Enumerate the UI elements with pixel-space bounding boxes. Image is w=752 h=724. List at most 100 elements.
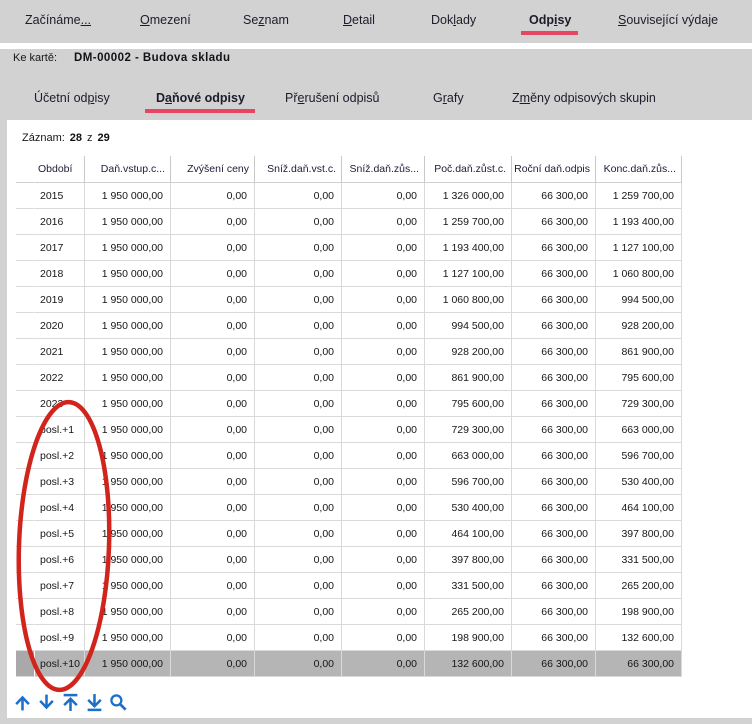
table-cell[interactable]: 994 500,00: [425, 313, 512, 339]
column-header[interactable]: Roční daň.odpis: [512, 156, 596, 183]
table-cell[interactable]: 729 300,00: [596, 391, 682, 417]
table-cell[interactable]: 0,00: [342, 417, 425, 443]
table-cell[interactable]: 1 950 000,00: [85, 417, 171, 443]
table-cell[interactable]: 66 300,00: [512, 443, 596, 469]
table-cell[interactable]: 66 300,00: [596, 651, 682, 677]
row-selector[interactable]: [16, 521, 35, 547]
column-header[interactable]: Daň.vstup.c...: [85, 156, 171, 183]
table-cell[interactable]: posl.+6: [35, 547, 85, 573]
table-cell[interactable]: 530 400,00: [425, 495, 512, 521]
table-cell[interactable]: 861 900,00: [425, 365, 512, 391]
table-row[interactable]: posl.+41 950 000,000,000,000,00530 400,0…: [16, 495, 682, 521]
table-cell[interactable]: 1 193 400,00: [425, 235, 512, 261]
table-cell[interactable]: posl.+10: [35, 651, 85, 677]
table-cell[interactable]: 0,00: [171, 365, 255, 391]
table-cell[interactable]: 0,00: [342, 599, 425, 625]
table-cell[interactable]: 0,00: [342, 547, 425, 573]
row-selector[interactable]: [16, 287, 35, 313]
row-selector[interactable]: [16, 365, 35, 391]
row-selector[interactable]: [16, 573, 35, 599]
table-cell[interactable]: 663 000,00: [596, 417, 682, 443]
row-selector[interactable]: [16, 261, 35, 287]
column-header[interactable]: Období: [35, 156, 85, 183]
table-cell[interactable]: 1 950 000,00: [85, 339, 171, 365]
column-header[interactable]: Sníž.daň.vst.c.: [255, 156, 342, 183]
table-cell[interactable]: 1 060 800,00: [596, 261, 682, 287]
table-cell[interactable]: 66 300,00: [512, 365, 596, 391]
table-cell[interactable]: 0,00: [171, 521, 255, 547]
table-cell[interactable]: 66 300,00: [512, 261, 596, 287]
row-selector[interactable]: [16, 339, 35, 365]
table-cell[interactable]: 66 300,00: [512, 495, 596, 521]
table-cell[interactable]: 66 300,00: [512, 469, 596, 495]
table-cell[interactable]: 66 300,00: [512, 235, 596, 261]
tab-doklady[interactable]: Doklady: [431, 13, 476, 28]
table-cell[interactable]: 0,00: [255, 209, 342, 235]
table-cell[interactable]: 265 200,00: [596, 573, 682, 599]
table-cell[interactable]: 596 700,00: [596, 443, 682, 469]
row-selector[interactable]: [16, 495, 35, 521]
row-selector[interactable]: [16, 235, 35, 261]
table-cell[interactable]: 1 193 400,00: [596, 209, 682, 235]
table-cell[interactable]: 0,00: [255, 495, 342, 521]
table-cell[interactable]: 331 500,00: [425, 573, 512, 599]
table-cell[interactable]: 0,00: [342, 573, 425, 599]
table-cell[interactable]: 2015: [35, 183, 85, 209]
table-cell[interactable]: 1 259 700,00: [596, 183, 682, 209]
table-cell[interactable]: 2018: [35, 261, 85, 287]
table-cell[interactable]: 795 600,00: [596, 365, 682, 391]
table-cell[interactable]: 1 950 000,00: [85, 209, 171, 235]
table-cell[interactable]: 0,00: [342, 235, 425, 261]
table-cell[interactable]: 0,00: [171, 573, 255, 599]
row-selector[interactable]: [16, 417, 35, 443]
table-cell[interactable]: 1 127 100,00: [425, 261, 512, 287]
tab-souvisejici-vydaje[interactable]: Související výdaje: [618, 13, 718, 28]
table-cell[interactable]: 66 300,00: [512, 339, 596, 365]
tab-seznam[interactable]: Seznam: [243, 13, 289, 28]
table-row[interactable]: posl.+61 950 000,000,000,000,00397 800,0…: [16, 547, 682, 573]
table-cell[interactable]: 596 700,00: [425, 469, 512, 495]
subtab-ucetni-odpisy[interactable]: Účetní odpisy: [34, 91, 110, 106]
table-cell[interactable]: 265 200,00: [425, 599, 512, 625]
table-row[interactable]: 20151 950 000,000,000,000,001 326 000,00…: [16, 183, 682, 209]
table-cell[interactable]: 0,00: [342, 443, 425, 469]
table-cell[interactable]: 0,00: [171, 547, 255, 573]
table-cell[interactable]: 2017: [35, 235, 85, 261]
table-cell[interactable]: 0,00: [171, 651, 255, 677]
table-cell[interactable]: 66 300,00: [512, 209, 596, 235]
table-cell[interactable]: 1 326 000,00: [425, 183, 512, 209]
table-cell[interactable]: 1 127 100,00: [596, 235, 682, 261]
subtab-preruseni-odpisu[interactable]: Přerušení odpisů: [285, 91, 380, 106]
table-row[interactable]: posl.+81 950 000,000,000,000,00265 200,0…: [16, 599, 682, 625]
table-cell[interactable]: 66 300,00: [512, 417, 596, 443]
table-cell[interactable]: 0,00: [171, 209, 255, 235]
table-cell[interactable]: 1 950 000,00: [85, 287, 171, 313]
row-selector[interactable]: [16, 209, 35, 235]
table-cell[interactable]: 530 400,00: [596, 469, 682, 495]
table-cell[interactable]: 397 800,00: [425, 547, 512, 573]
table-cell[interactable]: 0,00: [171, 599, 255, 625]
table-cell[interactable]: posl.+4: [35, 495, 85, 521]
table-cell[interactable]: 0,00: [342, 625, 425, 651]
table-cell[interactable]: 795 600,00: [425, 391, 512, 417]
table-cell[interactable]: 0,00: [255, 443, 342, 469]
table-cell[interactable]: 66 300,00: [512, 287, 596, 313]
subtab-grafy[interactable]: Grafy: [433, 91, 464, 106]
table-row-selected[interactable]: posl.+101 950 000,000,000,000,00132 600,…: [16, 651, 682, 677]
table-cell[interactable]: 0,00: [255, 547, 342, 573]
table-row[interactable]: 20161 950 000,000,000,000,001 259 700,00…: [16, 209, 682, 235]
table-cell[interactable]: 0,00: [342, 469, 425, 495]
table-row[interactable]: 20191 950 000,000,000,000,001 060 800,00…: [16, 287, 682, 313]
table-cell[interactable]: 0,00: [171, 495, 255, 521]
table-row[interactable]: 20181 950 000,000,000,000,001 127 100,00…: [16, 261, 682, 287]
tab-detail[interactable]: Detail: [343, 13, 375, 28]
table-cell[interactable]: 198 900,00: [596, 599, 682, 625]
table-cell[interactable]: 0,00: [255, 313, 342, 339]
table-cell[interactable]: 0,00: [342, 521, 425, 547]
row-selector[interactable]: [16, 183, 35, 209]
table-cell[interactable]: 66 300,00: [512, 651, 596, 677]
table-cell[interactable]: 2019: [35, 287, 85, 313]
table-cell[interactable]: posl.+1: [35, 417, 85, 443]
table-cell[interactable]: 0,00: [255, 417, 342, 443]
table-cell[interactable]: 0,00: [255, 651, 342, 677]
